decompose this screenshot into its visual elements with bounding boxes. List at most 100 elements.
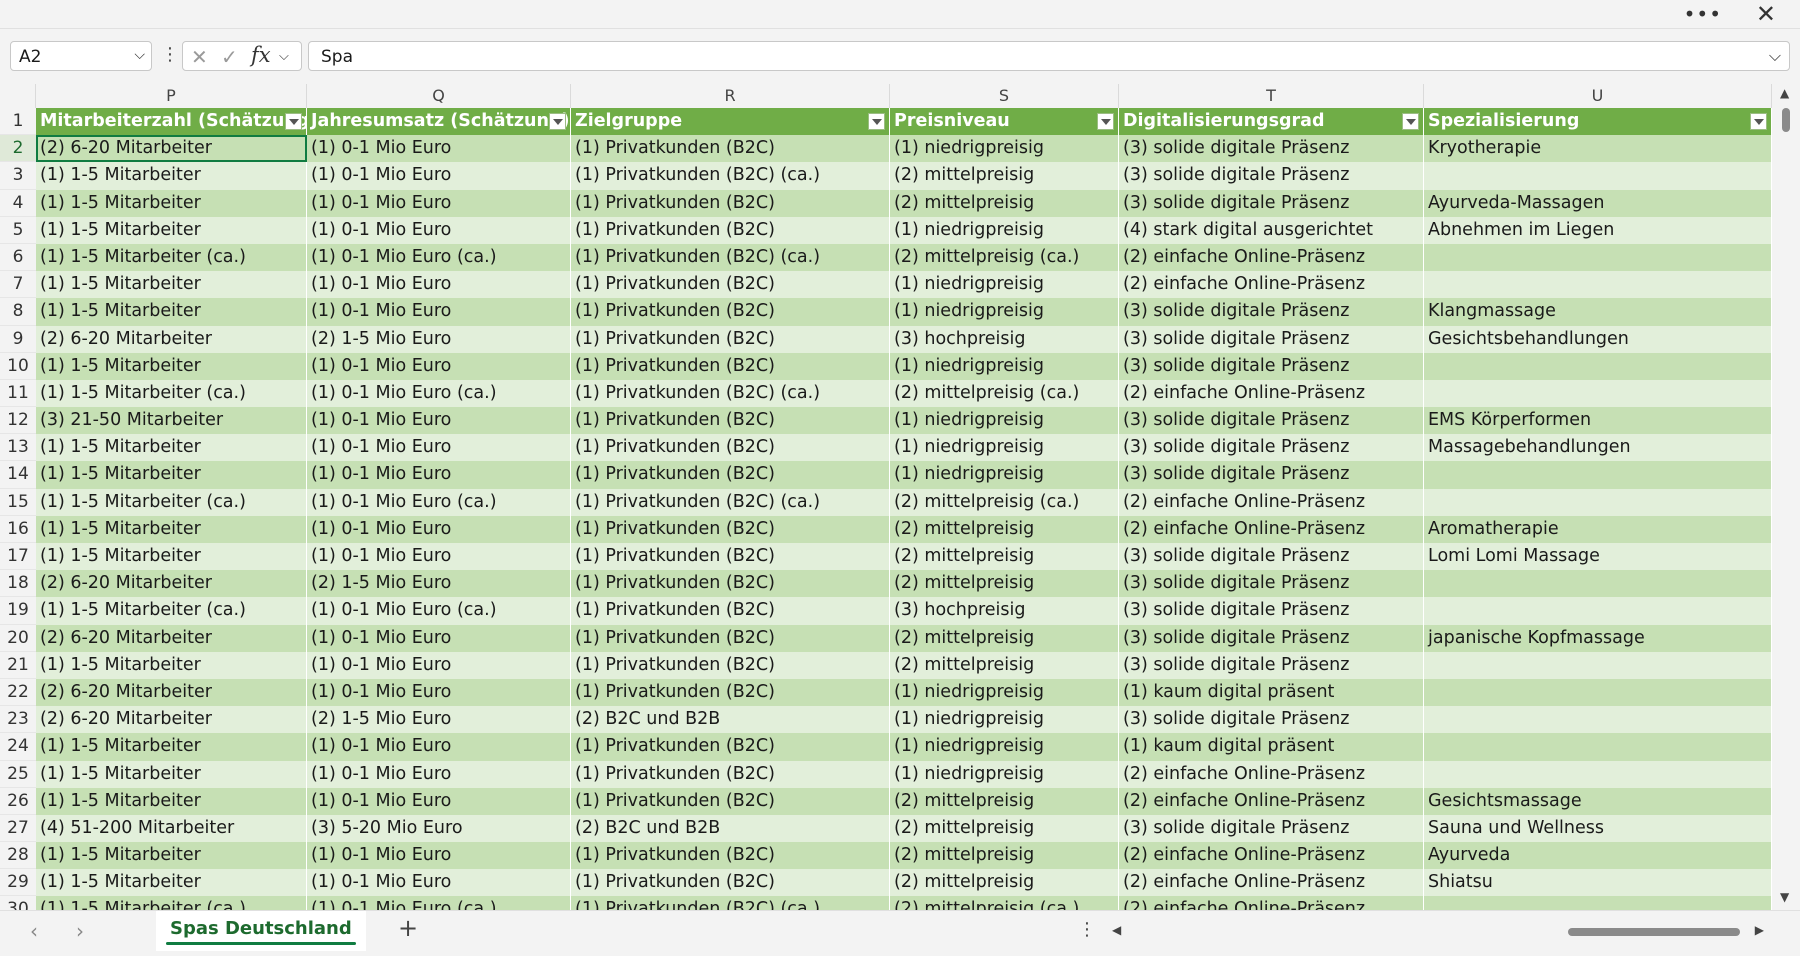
row-number[interactable]: 2 bbox=[0, 135, 36, 163]
table-cell[interactable]: (2) mittelpreisig bbox=[890, 162, 1119, 190]
table-cell[interactable]: (1) 0-1 Mio Euro bbox=[307, 271, 571, 299]
filter-dropdown-icon[interactable] bbox=[1750, 113, 1767, 130]
table-cell[interactable]: (3) solide digitale Präsenz bbox=[1119, 597, 1424, 625]
table-cell[interactable] bbox=[1424, 706, 1772, 734]
table-cell[interactable]: Aromatherapie bbox=[1424, 515, 1772, 543]
table-cell[interactable]: (2) einfache Online-Präsenz bbox=[1119, 842, 1424, 870]
scroll-thumb[interactable] bbox=[1782, 108, 1790, 132]
table-cell[interactable]: (1) 1-5 Mitarbeiter bbox=[36, 869, 307, 897]
table-cell[interactable]: (1) 1-5 Mitarbeiter bbox=[36, 434, 307, 462]
table-cell[interactable]: (1) 0-1 Mio Euro bbox=[307, 760, 571, 788]
table-cell[interactable]: (2) einfache Online-Präsenz bbox=[1119, 271, 1424, 299]
table-cell[interactable]: (2) 1-5 Mio Euro bbox=[307, 570, 571, 598]
filter-dropdown-icon[interactable] bbox=[285, 113, 302, 130]
table-cell[interactable]: (3) 21-50 Mitarbeiter bbox=[36, 407, 307, 435]
table-cell[interactable] bbox=[1424, 597, 1772, 625]
table-cell[interactable]: (1) 1-5 Mitarbeiter bbox=[36, 733, 307, 761]
filter-dropdown-icon[interactable] bbox=[868, 113, 885, 130]
table-cell[interactable]: (1) 0-1 Mio Euro bbox=[307, 733, 571, 761]
table-cell[interactable]: (1) Privatkunden (B2C) (ca.) bbox=[571, 488, 890, 516]
row-number[interactable]: 28 bbox=[0, 842, 36, 870]
add-sheet-icon[interactable]: + bbox=[398, 914, 418, 942]
table-cell[interactable]: (1) 1-5 Mitarbeiter (ca.) bbox=[36, 243, 307, 272]
table-cell[interactable]: (3) solide digitale Präsenz bbox=[1119, 325, 1424, 353]
table-cell[interactable]: (2) einfache Online-Präsenz bbox=[1119, 379, 1424, 408]
table-cell[interactable]: Kryotherapie bbox=[1424, 135, 1772, 163]
table-cell[interactable] bbox=[1424, 488, 1772, 516]
table-cell[interactable]: (1) Privatkunden (B2C) bbox=[571, 678, 890, 707]
table-cell[interactable]: (1) 1-5 Mitarbeiter bbox=[36, 461, 307, 489]
table-cell[interactable]: (2) einfache Online-Präsenz bbox=[1119, 896, 1424, 910]
table-cell[interactable]: (1) 0-1 Mio Euro bbox=[307, 407, 571, 435]
row-number[interactable]: 10 bbox=[0, 352, 36, 380]
table-cell[interactable]: (1) niedrigpreisig bbox=[890, 733, 1119, 761]
row-number[interactable]: 26 bbox=[0, 787, 36, 815]
table-cell[interactable]: (3) hochpreisig bbox=[890, 325, 1119, 353]
table-cell[interactable]: japanische Kopfmassage bbox=[1424, 624, 1772, 652]
table-cell[interactable] bbox=[1424, 570, 1772, 598]
table-cell[interactable]: (1) Privatkunden (B2C) bbox=[571, 733, 890, 761]
table-cell[interactable]: (1) 0-1 Mio Euro bbox=[307, 787, 571, 815]
scroll-left-icon[interactable]: ◀ bbox=[1112, 923, 1121, 937]
table-cell[interactable]: (1) Privatkunden (B2C) bbox=[571, 624, 890, 652]
table-cell[interactable]: (1) 1-5 Mitarbeiter bbox=[36, 352, 307, 380]
table-cell[interactable]: (1) Privatkunden (B2C) bbox=[571, 787, 890, 815]
row-number[interactable]: 1 bbox=[0, 108, 36, 136]
table-cell[interactable]: (2) mittelpreisig bbox=[890, 570, 1119, 598]
table-cell[interactable]: (3) solide digitale Präsenz bbox=[1119, 407, 1424, 435]
name-box[interactable]: A2 ⌵ bbox=[10, 41, 152, 71]
table-cell[interactable]: Massagebehandlungen bbox=[1424, 434, 1772, 462]
table-cell[interactable]: (1) 0-1 Mio Euro bbox=[307, 651, 571, 679]
table-cell[interactable]: (2) mittelpreisig bbox=[890, 624, 1119, 652]
table-cell[interactable]: (1) 0-1 Mio Euro bbox=[307, 189, 571, 217]
table-cell[interactable]: (1) 0-1 Mio Euro bbox=[307, 162, 571, 190]
header-cell[interactable]: Preisniveau bbox=[890, 108, 1119, 136]
table-cell[interactable]: (1) kaum digital präsent bbox=[1119, 678, 1424, 707]
table-cell[interactable] bbox=[1424, 271, 1772, 299]
table-cell[interactable]: (1) 1-5 Mitarbeiter bbox=[36, 760, 307, 788]
row-number[interactable]: 21 bbox=[0, 651, 36, 679]
row-number[interactable]: 23 bbox=[0, 706, 36, 734]
table-cell[interactable]: (1) 1-5 Mitarbeiter bbox=[36, 515, 307, 543]
table-cell[interactable]: (3) solide digitale Präsenz bbox=[1119, 543, 1424, 571]
table-cell[interactable]: (3) solide digitale Präsenz bbox=[1119, 434, 1424, 462]
row-number[interactable]: 25 bbox=[0, 760, 36, 788]
table-cell[interactable] bbox=[1424, 651, 1772, 679]
table-cell[interactable]: (1) 1-5 Mitarbeiter bbox=[36, 216, 307, 244]
table-cell[interactable]: Gesichtsmassage bbox=[1424, 787, 1772, 815]
table-cell[interactable]: (1) 0-1 Mio Euro bbox=[307, 298, 571, 326]
header-cell[interactable]: Zielgruppe bbox=[571, 108, 890, 136]
table-cell[interactable]: (2) 6-20 Mitarbeiter bbox=[36, 706, 307, 734]
table-cell[interactable]: Gesichtsbehandlungen bbox=[1424, 325, 1772, 353]
table-cell[interactable]: Klangmassage bbox=[1424, 298, 1772, 326]
table-cell[interactable]: (3) solide digitale Präsenz bbox=[1119, 298, 1424, 326]
chevron-down-icon[interactable]: ⌵ bbox=[134, 47, 145, 63]
table-cell[interactable]: (2) mittelpreisig bbox=[890, 814, 1119, 843]
table-cell[interactable]: (1) Privatkunden (B2C) bbox=[571, 271, 890, 299]
vertical-scrollbar[interactable]: ▲ ▼ bbox=[1772, 84, 1800, 910]
table-cell[interactable]: (1) Privatkunden (B2C) bbox=[571, 597, 890, 625]
header-cell[interactable]: Digitalisierungsgrad bbox=[1119, 108, 1424, 136]
select-all-corner[interactable] bbox=[0, 84, 36, 108]
table-cell[interactable]: EMS Körperformen bbox=[1424, 407, 1772, 435]
table-cell[interactable]: (1) 1-5 Mitarbeiter bbox=[36, 298, 307, 326]
table-cell[interactable]: (2) 6-20 Mitarbeiter bbox=[36, 570, 307, 598]
cancel-icon[interactable]: ✕ bbox=[191, 45, 208, 69]
scroll-thumb[interactable] bbox=[1568, 928, 1740, 936]
row-number[interactable]: 24 bbox=[0, 733, 36, 761]
table-cell[interactable]: (1) 1-5 Mitarbeiter (ca.) bbox=[36, 488, 307, 516]
table-cell[interactable] bbox=[1424, 733, 1772, 761]
filter-dropdown-icon[interactable] bbox=[549, 113, 566, 130]
horizontal-scrollbar[interactable]: ◀ ▶ bbox=[1108, 923, 1768, 941]
table-cell[interactable]: (1) niedrigpreisig bbox=[890, 706, 1119, 734]
row-number[interactable]: 14 bbox=[0, 461, 36, 489]
table-cell[interactable]: (3) solide digitale Präsenz bbox=[1119, 814, 1424, 843]
table-cell[interactable]: (1) 0-1 Mio Euro bbox=[307, 842, 571, 870]
table-cell[interactable]: (3) solide digitale Präsenz bbox=[1119, 706, 1424, 734]
column-header-u[interactable]: U bbox=[1424, 84, 1772, 108]
table-cell[interactable]: (2) mittelpreisig bbox=[890, 651, 1119, 679]
table-cell[interactable]: (3) solide digitale Präsenz bbox=[1119, 651, 1424, 679]
table-cell[interactable]: (1) niedrigpreisig bbox=[890, 461, 1119, 489]
table-cell[interactable]: (1) 1-5 Mitarbeiter bbox=[36, 271, 307, 299]
table-cell[interactable]: (2) einfache Online-Präsenz bbox=[1119, 488, 1424, 516]
